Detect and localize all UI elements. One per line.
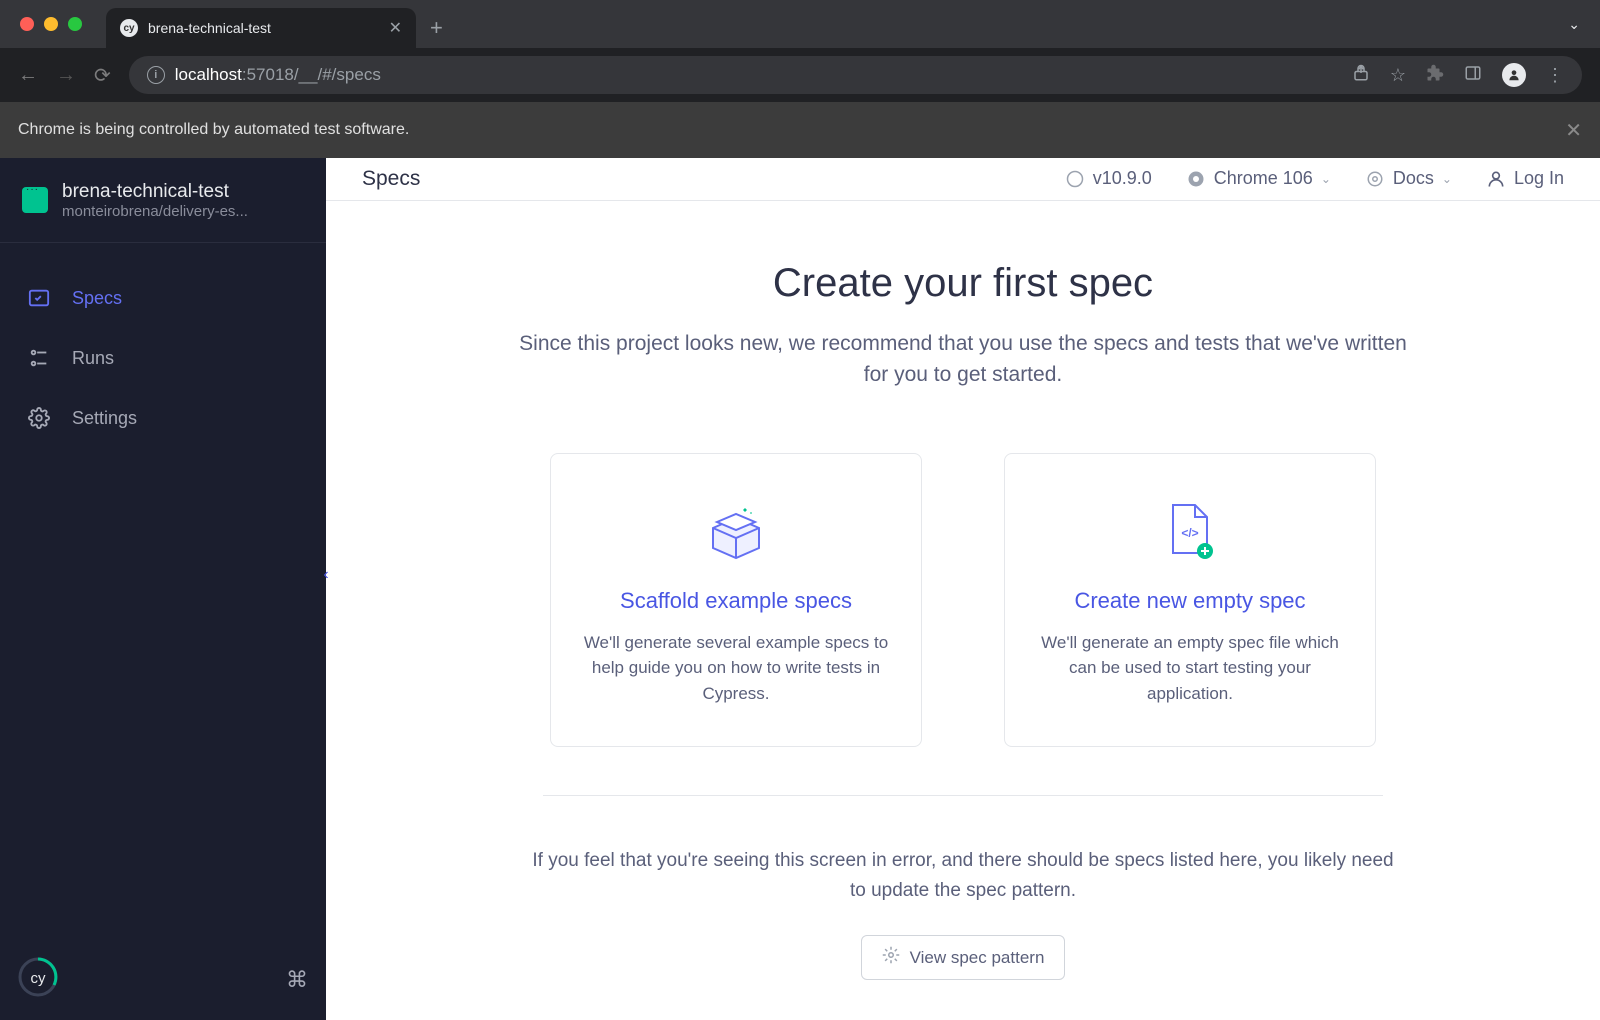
tab-title: brena-technical-test — [148, 20, 379, 36]
sidebar-item-runs[interactable]: Runs — [0, 329, 326, 387]
address-actions: ☆ ⋮ — [1352, 63, 1564, 87]
maximize-window-button[interactable] — [68, 17, 82, 31]
sidebar-collapse-button[interactable]: ‹ — [314, 563, 338, 587]
chrome-menu-icon[interactable]: ⋮ — [1546, 65, 1564, 86]
automation-infobar: Chrome is being controlled by automated … — [0, 102, 1600, 158]
url-path: /__/#/specs — [294, 65, 381, 84]
topbar-actions: v10.9.0 Chrome 106 ⌄ Docs ⌄ — [1065, 168, 1564, 189]
card-description: We'll generate several example specs to … — [581, 630, 891, 707]
create-empty-spec-card[interactable]: </> Create new empty spec We'll generate… — [1004, 453, 1376, 748]
keyboard-shortcuts-icon[interactable]: ⌘ — [286, 967, 308, 993]
sidebar-item-label: Settings — [72, 408, 137, 429]
scaffold-examples-card[interactable]: Scaffold example specs We'll generate se… — [550, 453, 922, 748]
address-row: ← → ⟳ i localhost:57018/__/#/specs ☆ — [0, 48, 1600, 102]
profile-icon[interactable] — [1502, 63, 1526, 87]
runs-icon — [28, 347, 50, 369]
cypress-icon — [1065, 169, 1085, 189]
user-icon — [1486, 169, 1506, 189]
divider — [543, 795, 1383, 796]
sidebar-header: brena-technical-test monteirobrena/deliv… — [0, 158, 326, 243]
project-name: brena-technical-test — [62, 181, 248, 203]
sidebar: brena-technical-test monteirobrena/deliv… — [0, 158, 326, 1020]
specs-icon — [28, 287, 50, 309]
card-description: We'll generate an empty spec file which … — [1035, 630, 1345, 707]
svg-text:</>: </> — [1181, 526, 1198, 540]
version-label: v10.9.0 — [1093, 168, 1152, 189]
bookmark-icon[interactable]: ☆ — [1390, 65, 1406, 86]
sidebar-item-settings[interactable]: Settings — [0, 389, 326, 447]
cypress-logo-icon: cy — [18, 957, 58, 1002]
forward-button[interactable]: → — [56, 64, 76, 87]
sidebar-item-specs[interactable]: Specs — [0, 269, 326, 327]
svg-text:cy: cy — [31, 970, 47, 987]
share-icon[interactable] — [1352, 64, 1370, 87]
sidebar-item-label: Runs — [72, 348, 114, 369]
infobar-close-icon[interactable]: ✕ — [1565, 118, 1582, 143]
login-button[interactable]: Log In — [1486, 168, 1564, 189]
back-button[interactable]: ← — [18, 64, 38, 87]
view-pattern-label: View spec pattern — [910, 948, 1045, 968]
project-path: monteirobrena/delivery-es... — [62, 203, 248, 220]
chevron-down-icon: ⌄ — [1442, 172, 1452, 186]
url-port: :57018 — [242, 65, 294, 84]
card-title: Scaffold example specs — [581, 588, 891, 614]
error-hint-text: If you feel that you're seeing this scre… — [523, 846, 1403, 905]
book-icon — [1365, 169, 1385, 189]
cypress-app: brena-technical-test monteirobrena/deliv… — [0, 158, 1600, 1020]
extensions-icon[interactable] — [1426, 64, 1444, 87]
box-icon — [581, 498, 891, 564]
settings-icon — [28, 407, 50, 429]
sidebar-footer: cy ⌘ — [18, 957, 308, 1002]
hero: Create your first spec Since this projec… — [513, 261, 1413, 391]
view-spec-pattern-button[interactable]: View spec pattern — [861, 935, 1066, 980]
url-host: localhost — [175, 65, 242, 84]
browser-selector[interactable]: Chrome 106 ⌄ — [1186, 168, 1331, 189]
tab-overflow-icon[interactable]: ⌄ — [1568, 16, 1580, 33]
tab-strip: cy brena-technical-test ✕ + ⌄ — [0, 0, 1600, 48]
sidebar-item-label: Specs — [72, 288, 122, 309]
page-title: Specs — [362, 167, 420, 191]
window-controls — [20, 17, 82, 31]
infobar-text: Chrome is being controlled by automated … — [18, 121, 409, 139]
close-window-button[interactable] — [20, 17, 34, 31]
browser-chrome: cy brena-technical-test ✕ + ⌄ ← → ⟳ i lo… — [0, 0, 1600, 158]
url-text: localhost:57018/__/#/specs — [175, 65, 381, 85]
spec-option-cards: Scaffold example specs We'll generate se… — [550, 453, 1376, 748]
gear-icon — [882, 946, 900, 969]
hero-title: Create your first spec — [513, 261, 1413, 306]
new-tab-button[interactable]: + — [430, 15, 443, 41]
chevron-down-icon: ⌄ — [1321, 172, 1331, 186]
topbar: Specs v10.9.0 Chrome 106 ⌄ — [326, 158, 1600, 201]
site-info-icon[interactable]: i — [147, 66, 165, 84]
sidebar-nav: Specs Runs Settings — [0, 243, 326, 447]
chrome-icon — [1186, 169, 1206, 189]
login-label: Log In — [1514, 168, 1564, 189]
browser-label: Chrome 106 — [1214, 168, 1313, 189]
tab-close-icon[interactable]: ✕ — [389, 18, 402, 38]
reload-button[interactable]: ⟳ — [94, 63, 111, 88]
hero-subtitle: Since this project looks new, we recomme… — [513, 328, 1413, 391]
address-bar[interactable]: i localhost:57018/__/#/specs ☆ ⋮ — [129, 56, 1582, 94]
docs-label: Docs — [1393, 168, 1434, 189]
sidepanel-icon[interactable] — [1464, 64, 1482, 87]
version-indicator[interactable]: v10.9.0 — [1065, 168, 1152, 189]
project-icon — [22, 187, 48, 213]
content: Create your first spec Since this projec… — [326, 201, 1600, 1020]
docs-link[interactable]: Docs ⌄ — [1365, 168, 1452, 189]
main: Specs v10.9.0 Chrome 106 ⌄ — [326, 158, 1600, 1020]
browser-tab[interactable]: cy brena-technical-test ✕ — [106, 8, 416, 48]
minimize-window-button[interactable] — [44, 17, 58, 31]
card-title: Create new empty spec — [1035, 588, 1345, 614]
file-icon: </> — [1035, 498, 1345, 564]
cypress-favicon-icon: cy — [120, 19, 138, 37]
